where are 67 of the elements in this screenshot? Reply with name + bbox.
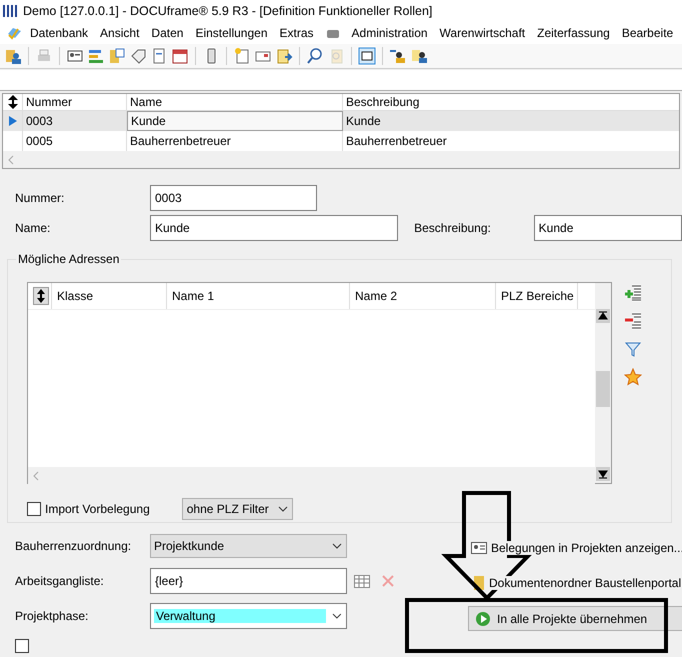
add-row-icon[interactable] [624,284,642,302]
checkbox[interactable] [15,639,29,653]
input-field[interactable]: 0003 [150,185,317,211]
toolbar-icon[interactable] [171,47,189,65]
star-icon[interactable] [624,368,642,386]
vertical-scrollbar[interactable] [595,283,611,467]
column-header[interactable]: Nummer [23,94,127,110]
menu-item[interactable]: Zeiterfassung [531,26,616,40]
scroll-top-icon[interactable] [596,309,610,323]
table-row[interactable]: 0003 Kunde Kunde [3,111,679,131]
window-title: Demo [127.0.0.1] - DOCUframe® 5.9 R3 - [Definition Funktioneller Rollen] [23,4,432,18]
menu-item[interactable]: Datenbank [24,26,94,40]
table-cell: 0005 [26,134,53,148]
column-header[interactable]: Name 2 [350,283,496,309]
menu-item[interactable]: Bearbeite [616,26,680,40]
input-field[interactable]: Kunde [534,215,682,241]
table-cell: Kunde [346,114,381,128]
checkbox[interactable] [27,502,41,516]
menu-item[interactable]: Extras [274,26,320,40]
menu-item[interactable]: Daten [145,26,190,40]
input-field[interactable]: Kunde [150,215,398,241]
table-cell: Bauherrenbetreuer [130,134,231,148]
column-header[interactable]: Name [127,94,343,110]
contact-card-icon[interactable] [471,542,487,554]
menu-item[interactable]: Einstellungen [189,26,274,40]
action-label[interactable]: Dokumentenordner Baustellenportal [489,576,682,590]
column-header[interactable]: Klasse [52,283,167,309]
toolbar-icon[interactable] [129,47,147,65]
menu-item[interactable]: Administration [346,26,434,40]
toolbar-icon[interactable] [410,47,428,65]
field-label: Projektphase: [15,609,90,623]
field-label: Arbeitsgangliste: [15,574,105,588]
play-icon [475,610,491,626]
sort-icon[interactable] [33,287,49,305]
field-label: Nummer: [15,191,66,205]
row-pointer-icon [8,115,18,127]
dropdown[interactable]: Verwaltung [150,603,347,629]
chevron-icon [332,613,342,619]
toolbar-icon[interactable] [358,47,376,65]
input-field[interactable]: {leer} [150,568,347,594]
table-cell: 0003 [26,114,53,128]
remove-row-icon[interactable] [624,312,642,330]
field-label: Beschreibung: [414,221,492,235]
search-icon[interactable] [306,47,324,65]
column-header[interactable]: Beschreibung [343,94,679,110]
column-header[interactable]: Name 1 [167,283,350,309]
scroll-bottom-icon[interactable] [596,467,610,481]
group-title: Mögliche Adressen [16,252,122,266]
menu-item[interactable]: Ansicht [94,26,146,40]
field-label: Bauherrenzuordnung: [15,539,132,553]
field-label: Name: [15,221,52,235]
column-header[interactable]: PLZ Bereiche [496,283,578,309]
dropdown[interactable]: Projektkunde [150,534,347,558]
chevron-icon [278,506,288,512]
filter-icon[interactable] [624,340,642,358]
apply-button[interactable]: In alle Projekte übernehmen [468,606,682,631]
table-icon[interactable] [354,574,370,588]
app-icon [3,4,17,18]
checkbox-label: Import Vorbelegung [45,502,150,516]
table-cell: Bauherrenbetreuer [346,134,447,148]
sort-icon[interactable] [6,94,18,110]
toolbar-icon[interactable] [389,47,407,65]
table-cell: Kunde [131,114,166,128]
dropdown[interactable]: ohne PLZ Filter [182,498,293,520]
chevron-icon [332,543,342,549]
scroll-thumb[interactable] [596,371,610,407]
menu-item[interactable]: Warenwirtschaft [434,26,532,40]
